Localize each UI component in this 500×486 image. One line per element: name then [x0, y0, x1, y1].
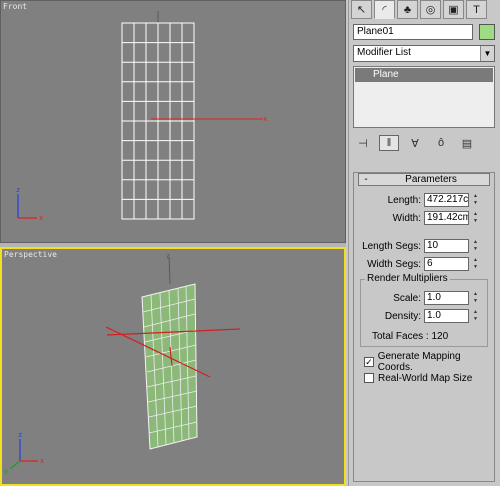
object-color-swatch[interactable]: [479, 24, 495, 40]
scale-label: Scale:: [393, 293, 421, 304]
front-axis-tripod: z x: [16, 186, 43, 222]
perspective-viewport[interactable]: Perspective z z x y: [0, 247, 346, 486]
density-row: Density: 1.0 ▲ ▼: [354, 309, 496, 325]
front-viewport[interactable]: Front x z x: [0, 0, 346, 243]
real-world-checkbox[interactable]: Real-World Map Size: [364, 371, 494, 385]
width-segs-spinner[interactable]: ▲ ▼: [471, 257, 480, 271]
parameters-rollout-header[interactable]: - Parameters: [358, 173, 490, 186]
generate-mapping-box[interactable]: ✓: [364, 357, 374, 367]
length-label: Length:: [387, 195, 421, 206]
length-segs-row: Length Segs: 10 ▲ ▼: [354, 239, 496, 255]
svg-text:x: x: [263, 115, 267, 123]
motion-tab-icon[interactable]: ◎: [420, 0, 441, 19]
front-viewport-canvas: x z x: [16, 11, 267, 222]
object-name-field[interactable]: Plane01: [353, 24, 473, 40]
parameters-rollout: - Parameters Length: 472.217cm ▲▼ Width:…: [353, 172, 495, 482]
scale-spinner[interactable]: ▲ ▼: [471, 291, 480, 305]
utilities-tab-icon[interactable]: T: [466, 0, 487, 19]
width-segs-label: Width Segs:: [367, 259, 421, 270]
svg-text:y: y: [4, 467, 8, 475]
real-world-label: Real-World Map Size: [378, 372, 473, 384]
width-label: Width:: [392, 213, 421, 224]
scale-row: Scale: 1.0 ▲ ▼: [354, 291, 496, 307]
density-field[interactable]: 1.0: [424, 309, 469, 323]
hierarchy-tab-icon[interactable]: ♣: [397, 0, 418, 19]
pin-stack-icon[interactable]: ⊣: [353, 135, 373, 151]
modify-tab-icon[interactable]: ◜: [374, 0, 395, 19]
modifier-stack[interactable]: Plane: [353, 66, 495, 128]
stack-item-plane[interactable]: Plane: [355, 68, 493, 82]
remove-modifier-icon[interactable]: ô: [431, 135, 451, 151]
perspective-axis-tripod: z x y: [4, 431, 44, 475]
generate-mapping-label: Generate Mapping Coords.: [377, 351, 461, 373]
collapse-icon[interactable]: -: [359, 174, 373, 185]
command-panel: ↖ ◜ ♣ ◎ ▣ T Plane01 Modifier List ▼ Plan…: [348, 0, 500, 486]
width-segs-field[interactable]: 6: [424, 257, 469, 271]
length-segs-label: Length Segs:: [362, 241, 421, 252]
density-spinner[interactable]: ▲ ▼: [471, 309, 480, 323]
svg-text:z: z: [16, 186, 20, 194]
svg-text:z: z: [166, 252, 170, 260]
command-panel-tabs: ↖ ◜ ♣ ◎ ▣ T: [351, 0, 487, 20]
parameters-title: Parameters: [405, 174, 457, 185]
create-tab-icon[interactable]: ↖: [351, 0, 372, 19]
length-row: Length: 472.217cm ▲▼: [354, 193, 496, 209]
chevron-down-icon[interactable]: ▼: [480, 46, 494, 61]
svg-text:z: z: [18, 431, 22, 439]
scale-field[interactable]: 1.0: [424, 291, 469, 305]
width-segs-row: Width Segs: 6 ▲ ▼: [354, 257, 496, 273]
generate-mapping-checkbox[interactable]: ✓ Generate Mapping Coords.: [364, 351, 494, 373]
svg-text:x: x: [39, 214, 43, 222]
real-world-box[interactable]: [364, 373, 374, 383]
length-segs-field[interactable]: 10: [424, 239, 469, 253]
density-label: Density:: [384, 311, 421, 322]
configure-sets-icon[interactable]: ▤: [457, 135, 477, 151]
stack-toolbar: ⊣ ‖ ∀ ô ▤: [353, 134, 495, 152]
show-end-result-icon[interactable]: ‖: [379, 135, 399, 151]
modifier-list-label: Modifier List: [357, 47, 411, 58]
width-field[interactable]: 191.42cm: [424, 211, 469, 225]
render-multipliers-title: Render Multipliers: [365, 273, 450, 284]
width-spinner[interactable]: ▲ ▼: [471, 211, 480, 225]
make-unique-icon[interactable]: ∀: [405, 135, 425, 151]
modifier-list-dropdown[interactable]: Modifier List ▼: [353, 45, 495, 62]
length-field[interactable]: 472.217cm: [424, 193, 469, 207]
perspective-viewport-canvas: z z x y: [4, 252, 241, 475]
length-segs-spinner[interactable]: ▲ ▼: [471, 239, 480, 253]
length-spinner[interactable]: ▲ ▼: [471, 193, 480, 207]
total-faces-text: Total Faces : 120: [372, 331, 449, 342]
width-row: Width: 191.42cm ▲ ▼: [354, 211, 496, 227]
svg-text:x: x: [40, 457, 44, 465]
display-tab-icon[interactable]: ▣: [443, 0, 464, 19]
front-plane-grid: [121, 22, 195, 220]
